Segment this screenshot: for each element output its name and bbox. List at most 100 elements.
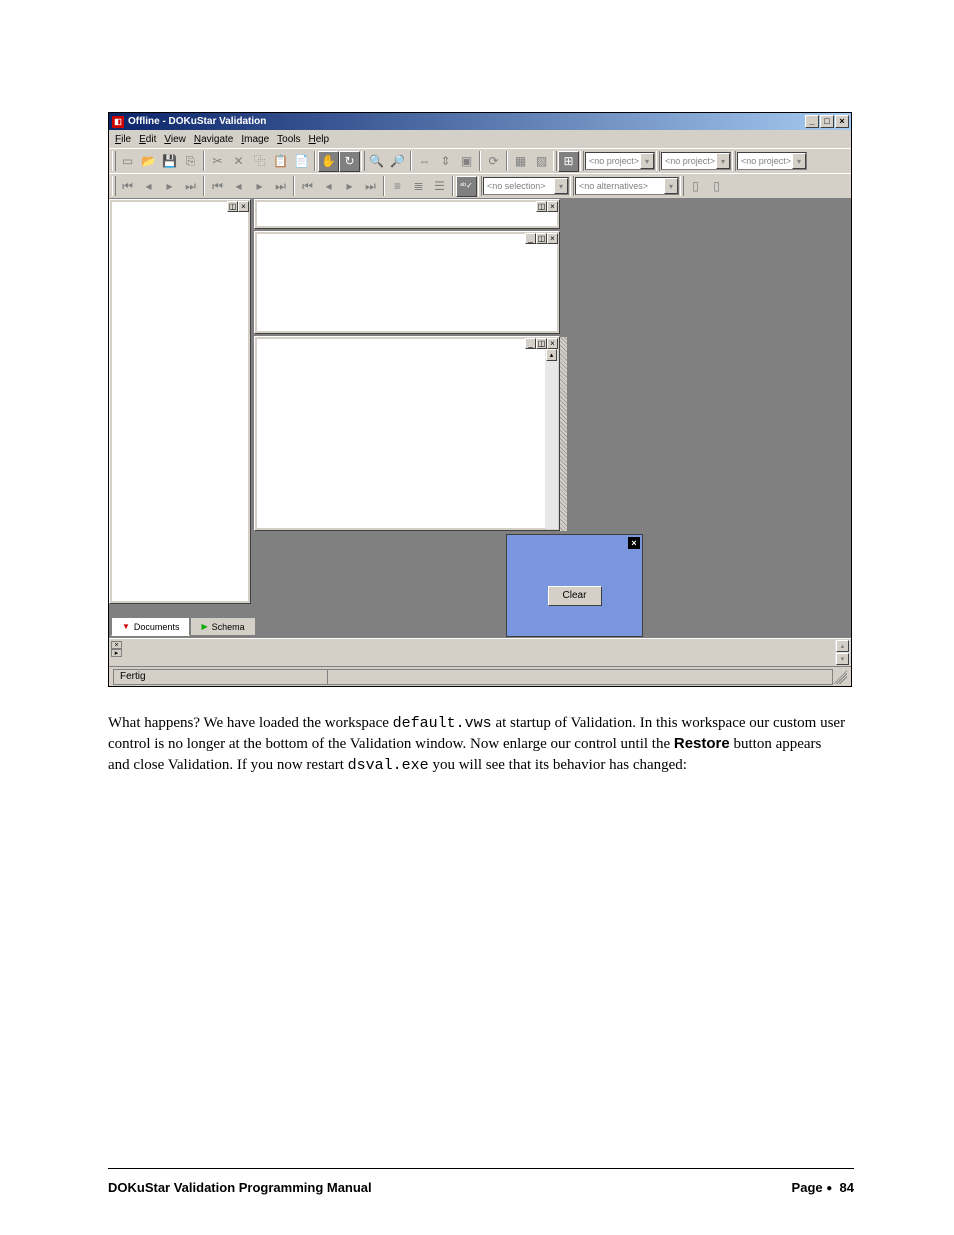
zoomout-icon[interactable]: 🔎	[387, 151, 408, 172]
clear-button[interactable]: Clear	[548, 586, 602, 606]
menu-image[interactable]: Image	[241, 134, 269, 145]
align3-icon[interactable]: ☰	[429, 176, 450, 197]
align1-icon[interactable]: ≡	[387, 176, 408, 197]
prev2-icon[interactable]: ◂	[228, 176, 249, 197]
first2-icon[interactable]: ⏮	[207, 176, 228, 197]
chevron-down-icon[interactable]: ▾	[664, 178, 678, 194]
project-combo-2[interactable]: <no project>▾	[661, 152, 731, 170]
view2-icon[interactable]: ▨	[531, 151, 552, 172]
pane-close-icon[interactable]: ×	[547, 338, 558, 349]
first3-icon[interactable]: ⏮	[297, 176, 318, 197]
scrollbar[interactable]: ▴ ▾	[835, 640, 850, 665]
cut-icon[interactable]: ✂	[207, 151, 228, 172]
view1-icon[interactable]: ▦	[510, 151, 531, 172]
menu-help[interactable]: Help	[309, 134, 330, 145]
panel-close-icon[interactable]: ×	[628, 537, 640, 549]
align2-icon[interactable]: ≣	[408, 176, 429, 197]
pane-min-icon[interactable]: _	[525, 338, 536, 349]
rotate-icon[interactable]: ⟳	[483, 151, 504, 172]
last2-icon[interactable]: ⏭	[270, 176, 291, 197]
menu-navigate[interactable]: Navigate	[194, 134, 233, 145]
menu-tools[interactable]: Tools	[277, 134, 300, 145]
toggle-icon[interactable]: ⊞	[558, 151, 579, 172]
resize-grip-icon[interactable]	[833, 670, 847, 684]
status-cell	[327, 669, 833, 685]
delete-icon[interactable]: ✕	[228, 151, 249, 172]
toolbar-grip[interactable]	[478, 176, 482, 196]
fitheight-icon[interactable]: ⇕	[435, 151, 456, 172]
tab-documents[interactable]: ▼Documents	[111, 618, 190, 636]
toolbar-grip[interactable]	[570, 176, 574, 196]
toolbar-grip[interactable]	[580, 151, 584, 171]
fitpage-icon[interactable]: ▣	[456, 151, 477, 172]
zoomin-icon[interactable]: 🔍	[366, 151, 387, 172]
toolbar-grip[interactable]	[361, 151, 365, 171]
pane-close-icon[interactable]: ×	[547, 233, 558, 244]
body-text: What happens? We have loaded the workspa…	[108, 713, 846, 776]
project-combo-1[interactable]: <no project>▾	[585, 152, 655, 170]
close-button[interactable]: ×	[835, 115, 849, 128]
toolbar-grip[interactable]	[112, 151, 116, 171]
output-pane: × ▸ ▴ ▾	[109, 638, 851, 666]
output-close-icon[interactable]: ×	[111, 641, 122, 649]
prev3-icon[interactable]: ◂	[318, 176, 339, 197]
window-title: Offline - DOKuStar Validation	[128, 116, 805, 127]
next-icon[interactable]: ▸	[159, 176, 180, 197]
toolbar-grip[interactable]	[112, 176, 116, 196]
menu-file[interactable]: File	[115, 134, 131, 145]
doc2-icon[interactable]: ▯	[706, 176, 727, 197]
last-icon[interactable]: ⏭	[180, 176, 201, 197]
pane-restore-icon[interactable]: ◫	[227, 201, 238, 212]
refresh-icon[interactable]: ↻	[339, 151, 360, 172]
maximize-button[interactable]: □	[820, 115, 834, 128]
scrollbar[interactable]: ▴	[545, 349, 558, 529]
toolbar-1: ▭ 📂 💾 ⎘ ✂ ✕ ⿻ 📋 📄 ✋ ↻ 🔍 🔎 ⇔ ⇕ ▣ ⟳ ▦ ▨	[109, 148, 851, 173]
paste2-icon[interactable]: 📄	[291, 151, 312, 172]
pane-min-icon[interactable]: _	[525, 233, 536, 244]
selection-combo[interactable]: <no selection>▾	[483, 177, 569, 195]
first-icon[interactable]: ⏮	[117, 176, 138, 197]
menu-view[interactable]: View	[164, 134, 186, 145]
pane-restore-icon[interactable]: ◫	[536, 201, 547, 212]
prev-icon[interactable]: ◂	[138, 176, 159, 197]
open-icon[interactable]: 📂	[138, 151, 159, 172]
chevron-down-icon[interactable]: ▾	[640, 153, 654, 169]
footer-right: Page ● 84	[792, 1180, 854, 1195]
new-icon[interactable]: ▭	[117, 151, 138, 172]
next2-icon[interactable]: ▸	[249, 176, 270, 197]
copy-icon[interactable]: ⿻	[249, 151, 270, 172]
last3-icon[interactable]: ⏭	[360, 176, 381, 197]
fitwidth-icon[interactable]: ⇔	[414, 151, 435, 172]
saveall-icon[interactable]: ⎘	[180, 151, 201, 172]
toolbar-grip[interactable]	[732, 151, 736, 171]
chevron-down-icon[interactable]: ▾	[716, 153, 730, 169]
alternatives-combo[interactable]: <no alternatives>▾	[575, 177, 679, 195]
scroll-up-icon[interactable]: ▴	[546, 349, 557, 361]
spellcheck-icon[interactable]: ᵃᵇ✓	[456, 176, 477, 197]
menu-edit[interactable]: Edit	[139, 134, 156, 145]
pane-restore-icon[interactable]: ◫	[536, 338, 547, 349]
footer-left: DOKuStar Validation Programming Manual	[108, 1180, 372, 1195]
pane-restore-icon[interactable]: ◫	[536, 233, 547, 244]
pane-close-icon[interactable]: ×	[238, 201, 249, 212]
field-pane: ◫ ×	[254, 199, 560, 229]
pane-close-icon[interactable]: ×	[547, 201, 558, 212]
chevron-down-icon[interactable]: ▾	[792, 153, 806, 169]
project-combo-3[interactable]: <no project>▾	[737, 152, 807, 170]
menubar: File Edit View Navigate Image Tools Help	[109, 130, 851, 148]
output-expand-icon[interactable]: ▸	[111, 649, 122, 657]
hand-icon[interactable]: ✋	[318, 151, 339, 172]
toolbar-grip[interactable]	[553, 151, 557, 171]
scroll-down-icon[interactable]: ▾	[836, 653, 849, 665]
next3-icon[interactable]: ▸	[339, 176, 360, 197]
save-icon[interactable]: 💾	[159, 151, 180, 172]
chevron-down-icon[interactable]: ▾	[554, 178, 568, 194]
doc1-icon[interactable]: ▯	[685, 176, 706, 197]
tab-schema[interactable]: ▶Schema	[190, 618, 255, 636]
toolbar-grip[interactable]	[656, 151, 660, 171]
toolbar-grip[interactable]	[680, 176, 684, 196]
paste-icon[interactable]: 📋	[270, 151, 291, 172]
splitter[interactable]	[560, 337, 567, 531]
minimize-button[interactable]: _	[805, 115, 819, 128]
scroll-up-icon[interactable]: ▴	[836, 640, 849, 652]
